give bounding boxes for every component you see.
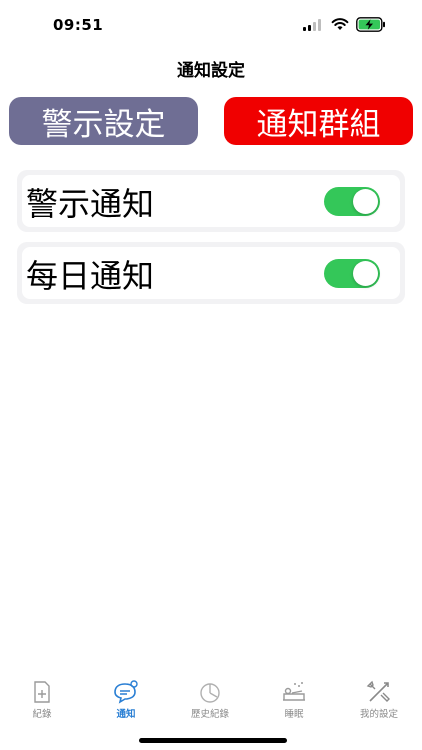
tab-bar: 紀錄 通知 歷史紀錄 睡眠 我的設定 <box>0 676 422 726</box>
tab-record[interactable]: 紀錄 <box>7 676 77 726</box>
tab-notification[interactable]: 通知 <box>91 676 161 726</box>
tab-label: 睡眠 <box>284 709 304 720</box>
cellular-signal-icon <box>303 19 323 31</box>
home-indicator <box>139 738 287 743</box>
daily-notification-label: 每日通知 <box>26 257 155 295</box>
notification-icon <box>114 680 138 704</box>
alert-notification-toggle[interactable] <box>324 187 380 216</box>
tab-history[interactable]: 歷史紀錄 <box>175 676 245 726</box>
tab-label: 歷史紀錄 <box>190 709 229 720</box>
daily-notification-row: 每日通知 <box>17 242 405 304</box>
alert-notification-label: 警示通知 <box>26 185 155 223</box>
tab-label: 紀錄 <box>32 709 52 720</box>
notification-groups-button[interactable]: 通知群組 <box>224 97 413 145</box>
toggle-knob <box>353 189 378 214</box>
tab-label: 通知 <box>116 709 136 720</box>
toggle-knob <box>353 261 378 286</box>
status-bar: 09:51 <box>0 0 422 50</box>
alert-settings-button[interactable]: 警示設定 <box>9 97 198 145</box>
record-icon <box>34 681 50 703</box>
daily-notification-toggle[interactable] <box>324 259 380 288</box>
battery-charging-icon <box>356 17 385 32</box>
history-icon <box>200 683 220 703</box>
settings-tools-icon <box>366 680 390 702</box>
tab-sleep[interactable]: 睡眠 <box>259 676 329 726</box>
wifi-icon <box>331 18 349 30</box>
page-title: 通知設定 <box>177 61 245 81</box>
alert-notification-row: 警示通知 <box>17 170 405 232</box>
status-time: 09:51 <box>53 16 104 34</box>
tab-my-settings[interactable]: 我的設定 <box>344 676 414 726</box>
sleep-icon <box>283 682 305 701</box>
tab-label: 我的設定 <box>359 709 398 720</box>
